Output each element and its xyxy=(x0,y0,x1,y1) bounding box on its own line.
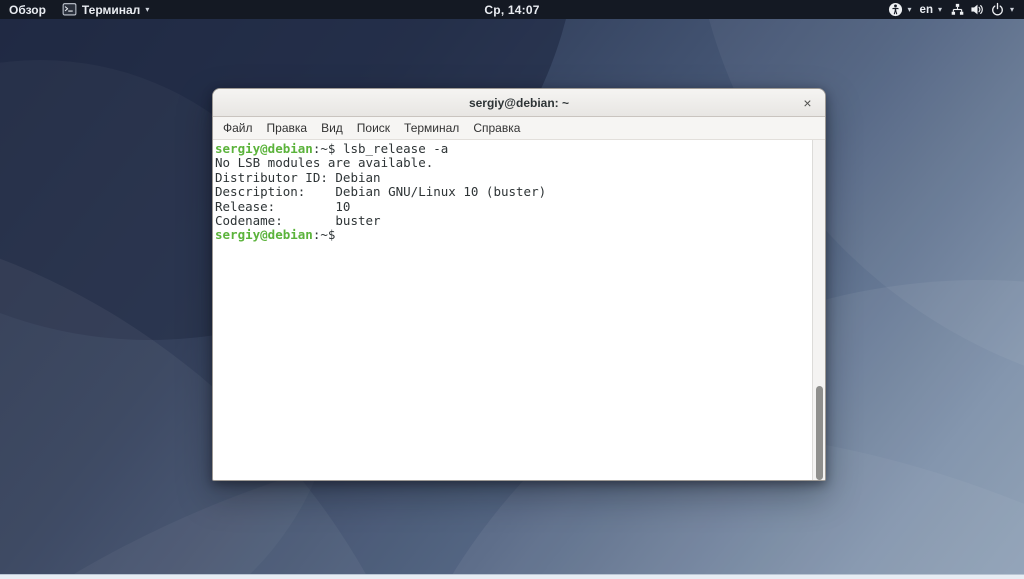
system-menu[interactable]: ▾ xyxy=(950,0,1014,19)
terminal-line-prompt: sergiy@debian:~$ xyxy=(215,228,809,242)
menu-terminal[interactable]: Терминал xyxy=(397,118,466,138)
power-icon xyxy=(992,2,1003,16)
volume-icon xyxy=(971,4,983,15)
chevron-down-icon: ▾ xyxy=(145,4,150,14)
prompt-tail: :~$ xyxy=(312,141,343,156)
terminal-line: Release: 10 xyxy=(215,198,351,214)
keyboard-layout-menu[interactable]: en ▾ xyxy=(920,0,942,19)
menu-bar: Файл Правка Вид Поиск Терминал Справка xyxy=(213,117,825,140)
terminal-window: sergiy@debian: ~ × Файл Правка Вид Поиск… xyxy=(212,88,826,481)
terminal-output: sergiy@debian:~$ lsb_release -a No LSB mo… xyxy=(213,140,825,243)
window-titlebar[interactable]: sergiy@debian: ~ × xyxy=(213,89,825,117)
accessibility-icon xyxy=(888,2,902,17)
chevron-down-icon: ▾ xyxy=(1009,4,1014,14)
wired-network-icon xyxy=(951,3,964,15)
terminal-line: No LSB modules are available. xyxy=(215,155,434,171)
terminal-app-icon xyxy=(62,3,77,16)
window-title: sergiy@debian: ~ xyxy=(468,95,570,110)
desktop: Обзор Терминал ▾ Ср, 14:07 ▾ en ▾ ▾ serg… xyxy=(0,0,1024,579)
app-menu-label: Терминал xyxy=(81,2,141,17)
prompt-tail: :~$ xyxy=(312,227,343,243)
keyboard-layout-label: en xyxy=(919,3,933,16)
menu-search[interactable]: Поиск xyxy=(350,118,397,138)
menu-edit[interactable]: Правка xyxy=(260,118,315,138)
prompt-user-host: sergiy@debian xyxy=(215,141,313,156)
close-button[interactable]: × xyxy=(798,93,817,112)
prompt-user-host: sergiy@debian xyxy=(215,227,313,243)
activities-label: Обзор xyxy=(9,2,46,17)
activities-button[interactable]: Обзор xyxy=(9,0,46,19)
clock[interactable]: Ср, 14:07 xyxy=(484,3,539,17)
top-bar: Обзор Терминал ▾ Ср, 14:07 ▾ en ▾ ▾ xyxy=(0,0,1024,19)
chevron-down-icon: ▾ xyxy=(907,4,912,14)
terminal-line-prompt: sergiy@debian:~$ lsb_release -a xyxy=(215,141,809,156)
terminal-line: Codename: buster xyxy=(215,213,381,229)
scrollbar-track[interactable] xyxy=(812,140,825,480)
menu-file[interactable]: Файл xyxy=(216,118,260,138)
command-text: lsb_release -a xyxy=(342,141,449,156)
terminal-line: Distributor ID: Debian xyxy=(215,169,381,185)
wallpaper-bottom-strip xyxy=(0,574,1024,579)
menu-view[interactable]: Вид xyxy=(314,118,350,138)
app-menu[interactable]: Терминал ▾ xyxy=(62,0,149,19)
accessibility-menu[interactable]: ▾ xyxy=(888,0,912,19)
chevron-down-icon: ▾ xyxy=(937,4,942,14)
scrollbar-thumb[interactable] xyxy=(815,386,823,480)
menu-help[interactable]: Справка xyxy=(466,118,527,138)
terminal-content-area[interactable]: sergiy@debian:~$ lsb_release -a No LSB mo… xyxy=(213,140,825,480)
terminal-line: Description: Debian GNU/Linux 10 (buster… xyxy=(215,184,547,200)
